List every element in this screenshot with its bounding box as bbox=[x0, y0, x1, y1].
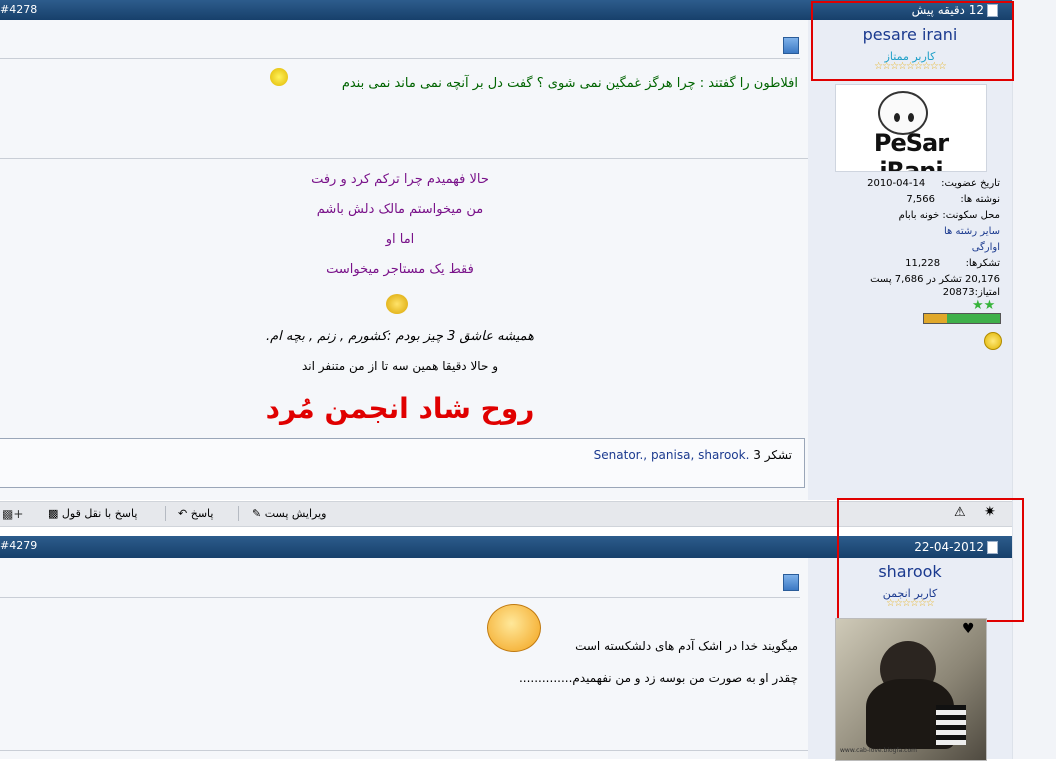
quote-reply-label: پاسخ با نقل قول bbox=[61, 507, 138, 520]
post-doc-icon bbox=[783, 37, 799, 54]
post2-line-2: چقدر او به صورت من بوسه زد و من نفهمیدم.… bbox=[518, 671, 798, 685]
highlight-box-1 bbox=[811, 1, 1014, 81]
pencil-icon: ✎ bbox=[252, 507, 262, 520]
crying-smiley-icon bbox=[386, 294, 408, 314]
threads-link[interactable]: سایر رشته ها bbox=[944, 226, 1000, 237]
reply-button[interactable]: پاسخ ↶ bbox=[178, 507, 213, 520]
toolbar-divider bbox=[165, 506, 166, 521]
right-margin bbox=[1012, 0, 1056, 759]
quote-reply-icon: ▩ bbox=[48, 507, 59, 520]
reply-arrow-icon: ↶ bbox=[178, 507, 188, 520]
avatar-eye-left bbox=[894, 113, 900, 122]
thanked-line: 20,176 تشکر در 7,686 پست bbox=[870, 274, 1000, 285]
crying-face-icon bbox=[487, 604, 541, 652]
avatar-2[interactable]: ♥ www.cab-love.blogfa.com bbox=[835, 618, 987, 761]
signature-line-7: روح شاد انجمن مُرد bbox=[265, 392, 535, 425]
toolbar-divider bbox=[238, 506, 239, 521]
location-label: محل سکونت: bbox=[942, 210, 1000, 221]
post-text-line: افلاطون را گفتند : چرا هرگز غمگین نمی شو… bbox=[341, 76, 798, 91]
join-label: تاریخ عضویت: bbox=[941, 178, 1000, 189]
reply-label: پاسخ bbox=[190, 507, 214, 520]
post-body-2 bbox=[0, 558, 808, 759]
post-doc-icon bbox=[783, 574, 799, 591]
signature-line-1: حالا فهمیدم چرا ترکم کرد و رفت bbox=[311, 172, 489, 187]
signature-line-6: و حالا دقیقا همین سه تا از من متنفر اند bbox=[301, 359, 498, 373]
highlight-box-2 bbox=[837, 498, 1024, 622]
user-meta: تاریخ عضویت: 14-04-2010 نوشته ها: 7,566 … bbox=[840, 176, 1000, 298]
divider bbox=[0, 597, 800, 598]
post2-line-1: میگویند خدا در اشک آدم های دلشکسته است bbox=[575, 639, 798, 653]
heart-icon: ♥ bbox=[962, 621, 975, 637]
post-body bbox=[0, 20, 808, 500]
edit-label: ویرایش پست bbox=[264, 507, 327, 520]
signature-divider bbox=[0, 158, 808, 159]
thanks-count: 3 تشکر bbox=[753, 448, 792, 462]
avatar-text: PeSar iRani bbox=[873, 129, 949, 172]
posts-count: 7,566 bbox=[906, 194, 935, 205]
thanks-names[interactable]: Senator., panisa, sharook. bbox=[594, 448, 750, 462]
posts-label: نوشته ها: bbox=[960, 194, 1000, 205]
vagrant-link[interactable]: اوارگی bbox=[972, 242, 1000, 253]
reputation-stars-icon: ★★ bbox=[972, 298, 996, 313]
location-value: خونه بابام bbox=[898, 210, 940, 221]
signature-line-3: اما او bbox=[385, 232, 415, 247]
avatar[interactable]: PeSar iRani bbox=[835, 84, 987, 172]
avatar-striped-socks bbox=[936, 705, 966, 745]
post-number-2[interactable]: #4279 bbox=[0, 539, 37, 552]
divider bbox=[0, 58, 800, 59]
signature-line-5: همیشه عاشق 3 چیز بودم :کشورم , زنم , بچه… bbox=[265, 329, 534, 344]
reputation-bar bbox=[923, 313, 1001, 324]
signature-divider bbox=[0, 750, 808, 751]
smiley-icon bbox=[270, 68, 288, 86]
multiquote-icon[interactable]: ▩+ bbox=[2, 507, 23, 521]
thanks-box: Senator., panisa, sharook. 3 تشکر bbox=[0, 438, 805, 488]
join-date: 14-04-2010 bbox=[867, 178, 926, 189]
edit-post-button[interactable]: ویرایش پست ✎ bbox=[252, 507, 326, 520]
thanks-total: 11,228 bbox=[905, 258, 941, 269]
avatar-eye-right bbox=[908, 113, 914, 122]
thanks-label: تشکرها: bbox=[965, 258, 1000, 269]
signature-line-4: فقط یک مستاجر میخواست bbox=[326, 262, 474, 277]
avatar-credit: www.cab-love.blogfa.com bbox=[840, 747, 917, 754]
post-number[interactable]: #4278 bbox=[0, 3, 37, 16]
signature-line-2: من میخواستم مالک دلش باشم bbox=[316, 202, 484, 217]
points-line: امتیاز:20873 bbox=[942, 287, 1000, 298]
quote-reply-button[interactable]: پاسخ با نقل قول ▩ bbox=[48, 507, 137, 520]
mood-smiley-icon bbox=[984, 332, 1002, 350]
